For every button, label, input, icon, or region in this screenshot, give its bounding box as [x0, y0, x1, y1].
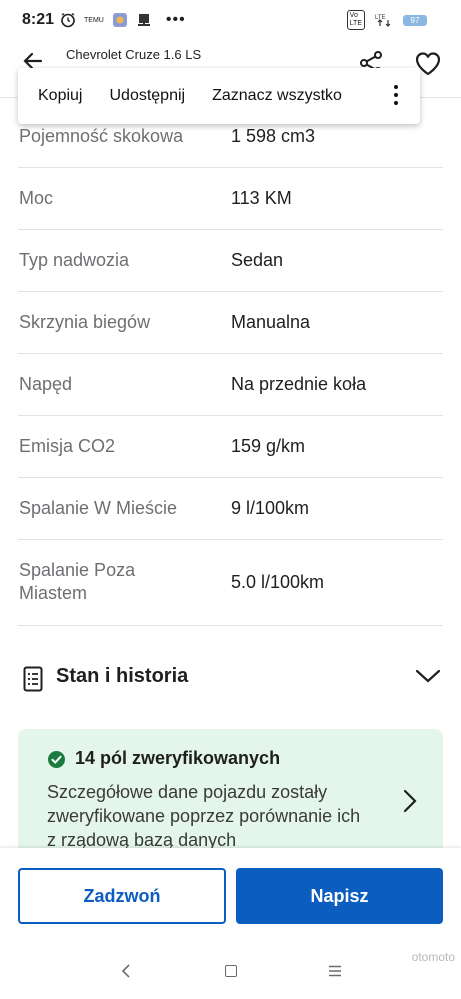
spec-row: Emisja CO2 159 g/km — [18, 416, 443, 478]
verified-check-icon — [48, 751, 65, 768]
watermark-text: otomoto — [411, 950, 455, 964]
contact-action-bar: Zadzwoń Napisz — [0, 848, 461, 946]
volte-icon: Vo LTE — [346, 10, 365, 30]
status-time: 8:21 — [22, 11, 55, 28]
document-list-icon — [23, 666, 43, 692]
spec-value: Sedan — [231, 250, 284, 270]
temu-icon: TEMU — [84, 16, 104, 24]
spec-label: Skrzynia biegów — [19, 312, 151, 332]
clock-icon — [61, 12, 75, 28]
spec-value: 1 598 cm3 — [231, 126, 316, 146]
spec-label: Moc — [19, 188, 54, 208]
verified-title: 14 pól zweryfikowanych — [75, 748, 281, 768]
spec-row: Moc 113 KM — [18, 168, 443, 230]
call-button[interactable]: Zadzwoń — [18, 868, 226, 924]
spec-value: 5.0 l/100km — [231, 572, 325, 592]
signal-icon: LTE — [375, 15, 391, 27]
spec-value: 9 l/100km — [231, 498, 310, 518]
spec-row: Spalanie Poza Miastem 5.0 l/100km — [18, 540, 443, 626]
message-button[interactable]: Napisz — [236, 868, 443, 924]
nav-home-icon[interactable] — [225, 965, 237, 977]
spec-value: 113 KM — [231, 188, 292, 208]
spec-row: Skrzynia biegów Manualna — [18, 292, 443, 354]
chevron-down-icon[interactable] — [415, 668, 441, 684]
spec-value: Manualna — [231, 312, 311, 332]
spec-row: Spalanie W Mieście 9 l/100km — [18, 478, 443, 540]
status-bar: 8:21 TEMU ••• Vo LTE LTE 97 — [0, 0, 461, 40]
status-app-icons: TEMU ••• — [60, 11, 186, 29]
spec-value: Na przednie koła — [231, 374, 367, 394]
verified-data-card[interactable]: 14 pól zweryfikowanych Szczegółowe dane … — [18, 729, 443, 865]
spec-value: 159 g/km — [231, 436, 306, 456]
spec-row: Pojemność skokowa 1 598 cm3 — [18, 98, 443, 168]
chevron-right-icon[interactable] — [403, 789, 417, 813]
spec-label: Pojemność skokowa — [19, 126, 184, 146]
nav-recents-icon[interactable] — [328, 965, 342, 977]
nav-back-icon[interactable] — [120, 964, 132, 978]
page-title: Chevrolet Cruze 1.6 LS — [66, 47, 202, 62]
system-navigation-bar: otomoto — [0, 946, 461, 999]
spec-label: Typ nadwozia — [19, 250, 130, 270]
spec-label: Napęd — [19, 374, 73, 394]
spec-label: Spalanie Poza Miastem — [19, 560, 136, 603]
rtbf-icon — [112, 13, 127, 27]
spec-label: Emisja CO2 — [19, 436, 116, 456]
flag-icon — [137, 14, 150, 26]
spec-row: Napęd Na przednie koła — [18, 354, 443, 416]
section-title: Stan i historia — [56, 665, 189, 687]
spec-label: Spalanie W Mieście — [19, 498, 178, 518]
status-right: Vo LTE LTE 97 — [346, 10, 447, 30]
spec-row: Typ nadwozia Sedan — [18, 230, 443, 292]
verified-description: Szczegółowe dane pojazdu zostały zweryfi… — [47, 782, 361, 850]
more-notifications-icon: ••• — [165, 11, 186, 28]
history-section-header[interactable]: Stan i historia — [18, 648, 443, 706]
battery-icon: 97 — [403, 14, 427, 26]
